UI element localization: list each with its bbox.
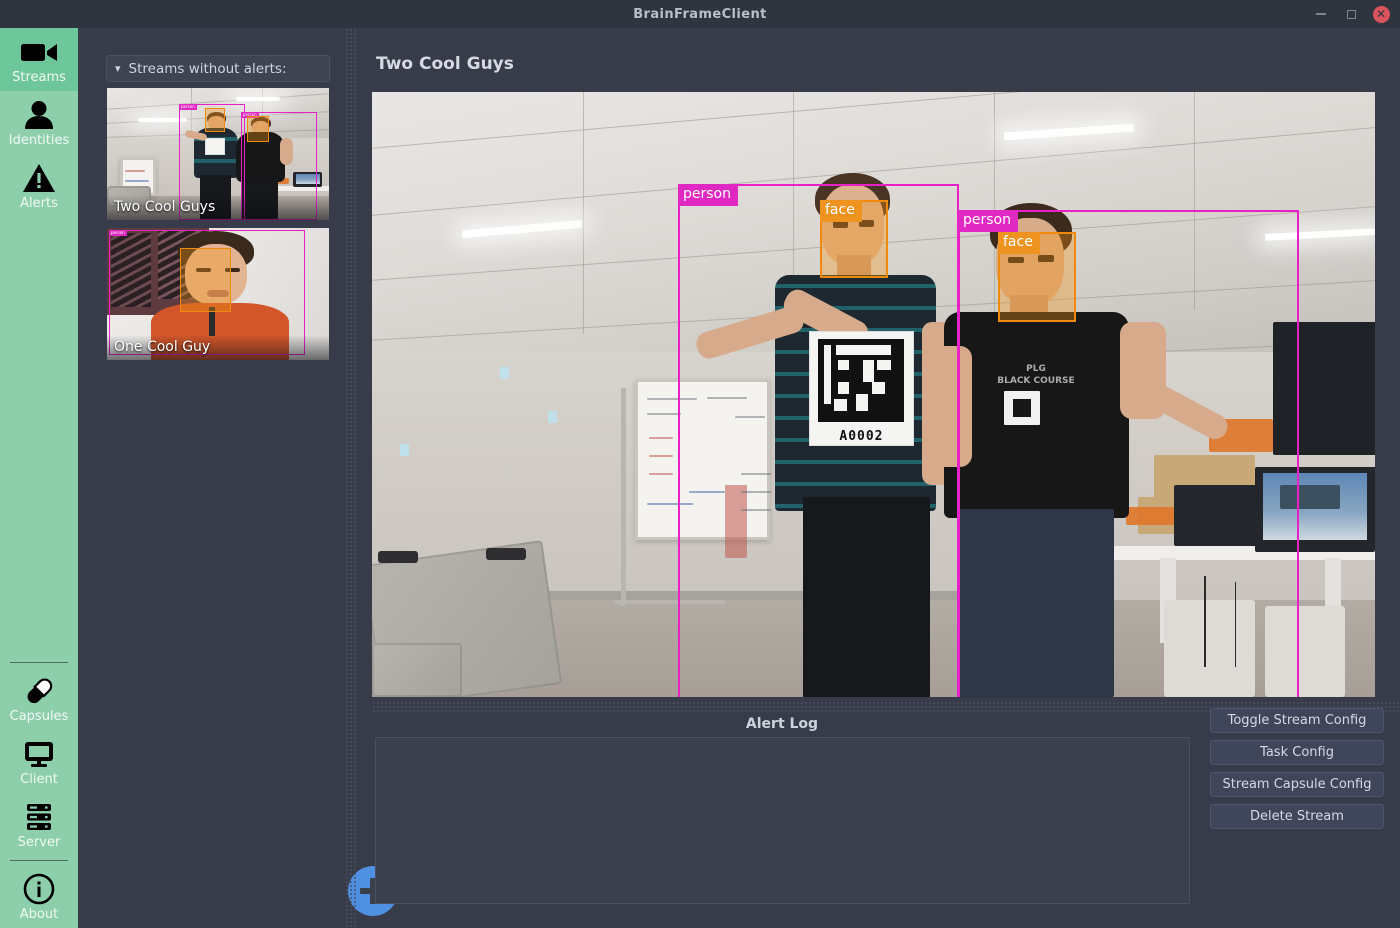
streams-panel: ▾ Streams without alerts: person person … [78,28,398,928]
task-config-button[interactable]: Task Config [1210,740,1384,765]
close-icon: ✕ [1372,5,1390,23]
video-viewer[interactable]: A0002 PLG BLACK COURSE person face perso… [372,92,1375,697]
window-title: BrainFrameClient [633,6,767,22]
monitor-icon [22,737,56,771]
sidebar-label-about: About [19,907,59,922]
toggle-stream-config-button[interactable]: Toggle Stream Config [1210,708,1384,733]
sidebar-item-server[interactable]: Server [0,793,78,856]
warning-triangle-icon [22,161,56,195]
vertical-splitter-handle[interactable] [345,28,357,928]
sidebar-item-capsules[interactable]: Capsules [0,667,78,730]
sidebar-label-server: Server [17,835,61,850]
server-rack-icon [22,800,56,834]
person-icon [23,98,55,132]
maximize-button[interactable] [1336,0,1366,28]
apriltag-matrix [818,338,905,423]
chevron-down-icon: ▾ [115,62,121,75]
navigation-rail: Streams Identities Alerts Capsules Clien… [0,28,78,928]
apriltag-code: A0002 [839,428,884,444]
stream-thumbnail-label: Two Cool Guys [107,195,329,220]
sidebar-label-identities: Identities [8,133,70,148]
minimize-button[interactable] [1306,0,1336,28]
sidebar-item-about[interactable]: About [0,865,78,928]
video-frame: A0002 PLG BLACK COURSE person face perso… [372,92,1375,697]
streams-without-alerts-header[interactable]: ▾ Streams without alerts: [106,55,330,82]
streams-group-label: Streams without alerts: [128,60,287,77]
alert-log-list[interactable] [375,737,1190,904]
minimize-icon [1316,13,1326,15]
rail-divider-bottom [10,860,68,861]
sidebar-item-streams[interactable]: Streams [0,28,78,91]
sidebar-label-streams: Streams [12,70,66,85]
sidebar-label-capsules: Capsules [9,709,69,724]
main-content: Two Cool Guys A0002 PLG BLACK COURSE per… [357,28,1400,928]
sidebar-label-alerts: Alerts [20,196,58,211]
stream-action-buttons: Toggle Stream Config Task Config Stream … [1210,708,1384,829]
delete-stream-button[interactable]: Delete Stream [1210,804,1384,829]
window-controls: ✕ [1306,0,1396,28]
sidebar-label-client: Client [20,772,58,787]
sidebar-item-client[interactable]: Client [0,730,78,793]
close-button[interactable]: ✕ [1366,0,1396,28]
stream-thumbnail-two-cool-guys[interactable]: person person Two Cool Guys [107,88,329,220]
info-circle-icon [22,872,56,906]
stream-thumbnail-one-cool-guy[interactable]: person One Cool Guy [107,228,329,360]
rail-divider-top [10,662,68,663]
maximize-icon [1346,9,1356,19]
stream-capsule-config-button[interactable]: Stream Capsule Config [1210,772,1384,797]
stream-thumbnail-label: One Cool Guy [107,335,329,360]
sidebar-item-alerts[interactable]: Alerts [0,154,78,217]
page-title: Two Cool Guys [376,54,514,74]
capsule-pill-icon [22,674,56,708]
video-camera-icon [19,35,59,69]
title-bar: BrainFrameClient ✕ [0,0,1400,28]
sidebar-item-identities[interactable]: Identities [0,91,78,154]
alert-log-title: Alert Log [745,716,819,732]
rail-spacer [0,217,78,658]
